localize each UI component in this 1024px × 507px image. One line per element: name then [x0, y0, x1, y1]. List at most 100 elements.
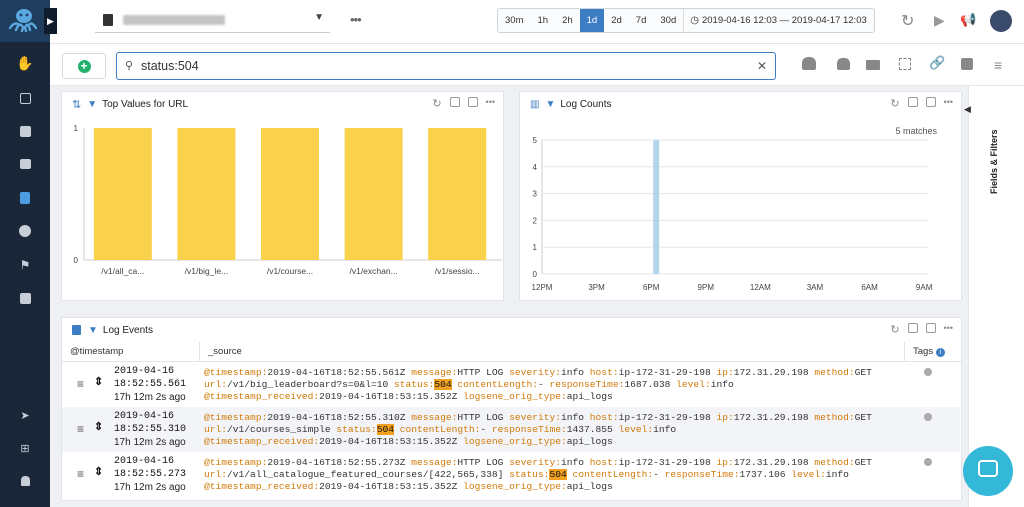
- expand-icon[interactable]: ⇕: [94, 420, 103, 433]
- puzzle-icon[interactable]: [0, 286, 50, 310]
- time-range-label[interactable]: ◷ 2019-04-16 12:03 — 2019-04-17 12:03: [683, 9, 874, 32]
- info-icon[interactable]: [924, 458, 932, 466]
- expand-icon[interactable]: ⇕: [94, 465, 103, 478]
- document-icon[interactable]: [0, 186, 50, 210]
- menu-icon[interactable]: ≡: [77, 467, 84, 481]
- link-icon[interactable]: 🔗: [929, 55, 945, 71]
- source-line: @timestamp:2019-04-16T18:52:55.561Z mess…: [204, 367, 872, 378]
- fullscreen-icon[interactable]: [899, 58, 911, 70]
- expand-icon[interactable]: [925, 323, 936, 333]
- chat-icon: [978, 460, 998, 477]
- time-option-2d[interactable]: 2d: [604, 9, 629, 32]
- image-icon[interactable]: [0, 152, 50, 176]
- info-icon[interactable]: [924, 368, 932, 376]
- calendar-icon[interactable]: [0, 86, 50, 110]
- app-name-blurred: [123, 15, 225, 25]
- user-icon[interactable]: [0, 469, 50, 493]
- column-header-source[interactable]: _source: [200, 342, 904, 362]
- column-header-timestamp[interactable]: @timestamp: [62, 342, 200, 362]
- menu-icon[interactable]: ≡: [77, 377, 84, 391]
- more-icon[interactable]: •••: [486, 97, 495, 110]
- panel-title: Top Values for URL: [102, 98, 189, 110]
- send-icon[interactable]: ➤: [0, 403, 50, 427]
- minimize-icon[interactable]: [907, 323, 918, 333]
- x-tick-label: /v1/exchan...: [349, 266, 397, 276]
- menu-icon[interactable]: ≡: [994, 57, 1002, 73]
- minimize-icon[interactable]: [907, 97, 918, 107]
- column-header-tags[interactable]: Tags i: [904, 342, 962, 362]
- time-option-7d[interactable]: 7d: [629, 9, 654, 32]
- octopus-logo[interactable]: [0, 0, 50, 42]
- log-counts-panel: ▥ ▼ Log Counts ↻ ••• 5 matches 0 1 2 3 4 5 12P…: [519, 91, 962, 301]
- x-tick-label: /v1/big_le...: [185, 266, 228, 276]
- match-highlight: 504: [549, 469, 567, 480]
- filter-icon[interactable]: ▼: [545, 99, 555, 110]
- filter-icon[interactable]: ▼: [88, 325, 98, 336]
- timestamp-time: 18:52:55.310: [114, 424, 187, 435]
- refresh-icon[interactable]: ↻: [901, 11, 914, 31]
- more-icon[interactable]: •••: [944, 97, 953, 110]
- app-selector[interactable]: ▼: [95, 9, 330, 33]
- hand-icon[interactable]: ✋: [0, 51, 50, 75]
- sort-icon[interactable]: ⇅: [72, 98, 81, 111]
- source-line: @timestamp_received:2019-04-16T18:53:15.…: [204, 391, 613, 402]
- add-button[interactable]: +: [62, 53, 106, 79]
- y-tick-label: 5: [533, 136, 538, 145]
- source-line: url:/v1/all_catalogue_featured_courses/[…: [204, 469, 849, 480]
- palette-icon[interactable]: [0, 219, 50, 243]
- time-option-1d[interactable]: 1d: [579, 9, 605, 32]
- table-row[interactable]: ≡ ⇕ 2019-04-16 18:52:55.561 17h 12m 2s ago @t…: [62, 362, 960, 407]
- plugin-icon[interactable]: [961, 58, 973, 70]
- top-values-chart: 0 1/v1/all_ca... /v1/big_le... /v1/course..…: [74, 124, 502, 276]
- timestamp-time: 18:52:55.273: [114, 469, 187, 480]
- megaphone-icon[interactable]: 📢: [960, 12, 976, 28]
- bar: [344, 128, 403, 260]
- x-tick-label: /v1/all_ca...: [101, 266, 144, 276]
- fields-filters-tab[interactable]: Fields & Filters: [989, 126, 1009, 246]
- table-row[interactable]: ≡ ⇕ 2019-04-16 18:52:55.273 17h 12m 2s ago @t…: [62, 452, 960, 497]
- time-option-2h[interactable]: 2h: [555, 9, 580, 32]
- panel-controls: ↻ •••: [890, 97, 953, 110]
- timestamp-date: 2019-04-16: [114, 456, 175, 467]
- bar-chart-icon[interactable]: ▥: [530, 99, 539, 110]
- top-bar: ▼ ••• 30m 1h 2h 1d 2d 7d 30d ◷ 2019-04-16…: [50, 0, 1024, 44]
- match-highlight: 504: [376, 424, 395, 435]
- refresh-icon[interactable]: ↻: [432, 97, 441, 110]
- timestamp-date: 2019-04-16: [114, 411, 175, 422]
- sidebar-toggle[interactable]: ▶: [44, 8, 57, 34]
- mail-icon[interactable]: [866, 60, 880, 70]
- search-input[interactable]: ⚲ status:504 ✕: [116, 52, 776, 80]
- grid-icon[interactable]: ⊞: [0, 436, 50, 460]
- info-icon[interactable]: [924, 413, 932, 421]
- time-option-30d[interactable]: 30d: [653, 9, 683, 32]
- more-icon[interactable]: •••: [944, 323, 953, 336]
- clear-icon[interactable]: ✕: [757, 59, 767, 73]
- expand-icon[interactable]: [925, 97, 936, 107]
- flag-icon[interactable]: ⚑: [0, 253, 50, 277]
- time-option-1h[interactable]: 1h: [530, 9, 555, 32]
- play-icon[interactable]: ▶: [934, 12, 945, 29]
- chat-button[interactable]: [963, 446, 1013, 496]
- menu-icon[interactable]: ≡: [77, 422, 84, 436]
- alert-list-icon[interactable]: [837, 58, 850, 70]
- x-tick-label: 3AM: [807, 283, 824, 292]
- table-row[interactable]: ≡ ⇕ 2019-04-16 18:52:55.310 17h 12m 2s ago @t…: [62, 407, 960, 452]
- bar: [653, 140, 660, 274]
- timestamp-date: 2019-04-16: [114, 366, 175, 377]
- more-icon[interactable]: •••: [350, 12, 362, 27]
- refresh-icon[interactable]: ↻: [890, 323, 899, 336]
- bar: [93, 128, 152, 260]
- expand-icon[interactable]: [467, 97, 478, 107]
- expand-icon[interactable]: ⇕: [94, 375, 103, 388]
- minimize-icon[interactable]: [449, 97, 460, 107]
- filter-icon[interactable]: ▼: [87, 99, 97, 110]
- time-option-30m[interactable]: 30m: [498, 9, 530, 32]
- document-icon[interactable]: [72, 325, 81, 335]
- avatar[interactable]: [990, 10, 1012, 32]
- refresh-icon[interactable]: ↻: [890, 97, 899, 110]
- fields-filters-label: Fields & Filters: [989, 129, 999, 194]
- top-values-panel: ⇅ ▼ Top Values for URL ↻ ••• 0 1/v1/all_c…: [61, 91, 504, 301]
- collapse-arrow-icon[interactable]: ◀: [964, 104, 971, 115]
- archive-icon[interactable]: [0, 119, 50, 143]
- alert-add-icon[interactable]: [802, 57, 816, 70]
